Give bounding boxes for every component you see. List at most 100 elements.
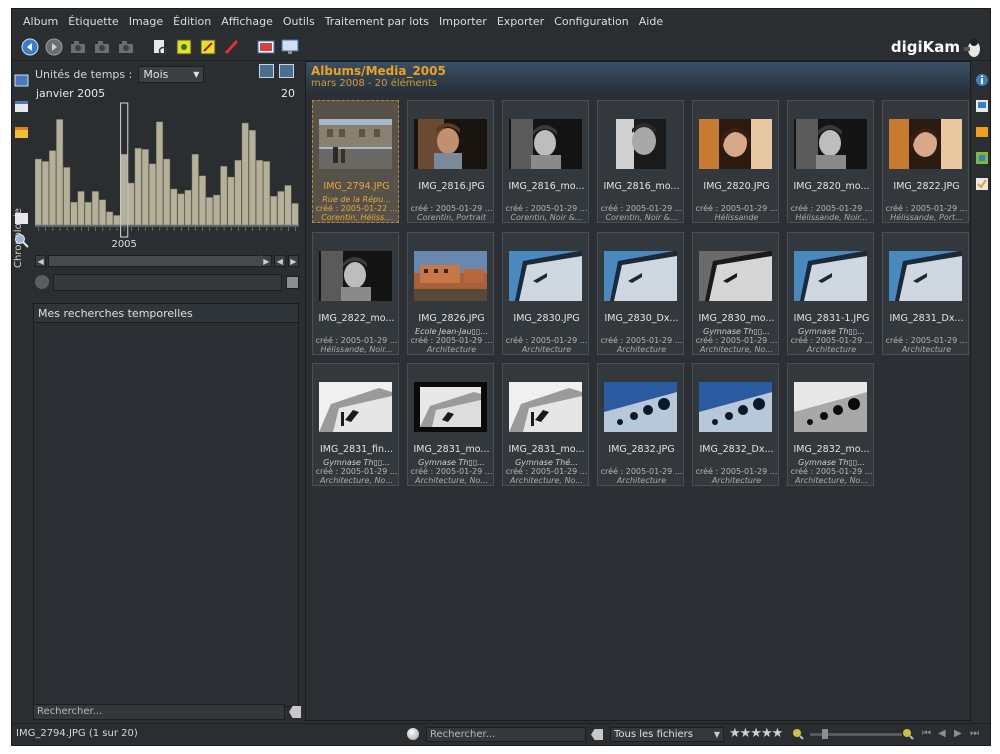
thumbnail-image[interactable] <box>604 119 677 169</box>
status-search-input[interactable]: Rechercher... <box>426 727 586 742</box>
saved-searches-list[interactable]: Mes recherches temporelles <box>33 303 299 707</box>
histogram-bar[interactable] <box>35 158 42 226</box>
thumbnail-item[interactable]: IMG_2816_mo... créé : 2005-01-29 ... Coren… <box>502 100 589 223</box>
paint-icon[interactable] <box>222 37 242 57</box>
menu-exporter[interactable]: Exporter <box>492 15 549 28</box>
date-search-name-input[interactable] <box>53 273 282 291</box>
histogram-bar[interactable] <box>91 191 99 226</box>
thumbnail-image[interactable] <box>889 119 962 169</box>
linear-scale-icon[interactable] <box>259 64 274 78</box>
histogram-bar[interactable] <box>84 201 92 226</box>
menu-image[interactable]: Image <box>124 15 168 28</box>
open-document-icon[interactable] <box>150 37 170 57</box>
timeline-histogram[interactable]: 2005 <box>35 101 299 251</box>
thumbnail-item[interactable]: IMG_2820_mo... créé : 2005-01-29 ... Hélis… <box>787 100 874 223</box>
zoom-out-icon[interactable] <box>792 728 804 740</box>
menu-affichage[interactable]: Affichage <box>216 15 278 28</box>
histogram-bar[interactable] <box>141 149 149 226</box>
histogram-bar[interactable] <box>63 167 71 226</box>
thumbnail-item[interactable]: IMG_2831_fin... Gymnase Th▯▯... créé : 200… <box>312 363 399 486</box>
camera-icon[interactable] <box>68 37 88 57</box>
histogram-bar[interactable] <box>263 161 271 226</box>
tags-tab-icon[interactable] <box>14 99 29 114</box>
first-item-icon[interactable]: ⏮ <box>922 728 931 739</box>
histogram-bar[interactable] <box>270 195 278 226</box>
menu-album[interactable]: Album <box>18 15 63 28</box>
histogram-bar[interactable] <box>284 185 292 226</box>
histogram-bar[interactable] <box>205 197 214 226</box>
histogram-bar[interactable] <box>49 150 57 226</box>
histogram-bar[interactable] <box>98 199 107 226</box>
thumbnail-item[interactable]: IMG_2820.JPG créé : 2005-01-29 ... Hélissa… <box>692 100 779 223</box>
histogram-bar[interactable] <box>241 122 249 226</box>
thumbnail-item[interactable]: IMG_2831-1.JPG Gymnase Th▯▯... créé : 2005… <box>787 232 874 355</box>
thumbnail-item[interactable]: IMG_2830_Dx... créé : 2005-01-29 ... Archi… <box>597 232 684 355</box>
fuzzy-search-tab-icon[interactable] <box>14 233 29 248</box>
scroll-left-2-icon[interactable]: ◀ <box>274 255 286 267</box>
clear-search-icon[interactable] <box>289 706 301 718</box>
thumbnail-image[interactable] <box>319 119 392 169</box>
thumbnail-image[interactable] <box>319 251 392 301</box>
last-item-icon[interactable]: ⏭ <box>970 728 979 739</box>
thumbnail-item[interactable]: IMG_2826.JPG Ecole Jean-Jau▯▯... créé : 20… <box>407 232 494 355</box>
thumbnail-image[interactable] <box>604 251 677 301</box>
histogram-bar[interactable] <box>113 215 121 226</box>
zoom-in-icon[interactable] <box>902 728 914 740</box>
thumbnail-image[interactable] <box>794 251 867 301</box>
reset-icon[interactable] <box>35 275 49 289</box>
scroll-thumb[interactable] <box>49 256 264 266</box>
menu-aide[interactable]: Aide <box>634 15 668 28</box>
search-tab-icon[interactable] <box>14 211 29 226</box>
histogram-bar[interactable] <box>170 188 178 226</box>
histogram-bar[interactable] <box>213 194 221 226</box>
thumbnail-image[interactable] <box>509 251 582 301</box>
thumbnail-item[interactable]: IMG_2830.JPG créé : 2005-01-29 ... Archite… <box>502 232 589 355</box>
menu-outils[interactable]: Outils <box>278 15 320 28</box>
log-scale-icon[interactable] <box>279 64 294 78</box>
back-icon[interactable] <box>20 37 40 57</box>
histogram-bar[interactable] <box>156 121 164 226</box>
time-unit-select[interactable]: Mois ▼ <box>138 65 205 83</box>
thumbnail-image[interactable] <box>319 382 392 432</box>
histogram-bar[interactable] <box>191 153 199 226</box>
slideshow-icon[interactable] <box>256 37 276 57</box>
histogram-bar[interactable] <box>248 129 256 226</box>
scroll-right-2-icon[interactable]: ▶ <box>287 255 300 267</box>
thumbnail-image[interactable] <box>699 119 772 169</box>
calendar-tab-icon[interactable] <box>14 125 29 140</box>
histogram-bar[interactable] <box>163 158 171 226</box>
thumbnail-item[interactable]: IMG_2794.JPG Rue de la Répu... créé : 2005… <box>312 100 399 223</box>
histogram-bar[interactable] <box>277 191 285 226</box>
histogram-bar[interactable] <box>234 159 242 226</box>
thumbnail-image[interactable] <box>889 251 962 301</box>
properties-tab-icon[interactable] <box>975 73 989 87</box>
histogram-bar[interactable] <box>227 176 235 226</box>
file-type-filter[interactable]: Tous les fichiers ▼ <box>610 727 724 742</box>
menu-edition[interactable]: Édition <box>168 15 216 28</box>
histogram-bar[interactable] <box>198 175 206 226</box>
thumbnail-item[interactable]: IMG_2831_mo... Gymnase Th▯▯... créé : 2005… <box>407 363 494 486</box>
histogram-bar[interactable] <box>56 119 64 226</box>
histogram-bar[interactable] <box>255 159 263 226</box>
thumbnail-item[interactable]: IMG_2832_mo... Gymnase Th▯▯... créé : 2005… <box>787 363 874 486</box>
thumbnail-image[interactable] <box>414 119 487 169</box>
rating-filter[interactable]: ★★★★★ <box>729 726 783 741</box>
thumbnail-image[interactable] <box>794 119 867 169</box>
thumbnail-item[interactable]: IMG_2816_mo... créé : 2005-01-29 ... Coren… <box>597 100 684 223</box>
timeline-scrollbar[interactable]: ◀ ▶ ◀ ▶ <box>35 255 300 267</box>
camera2-icon[interactable] <box>92 37 112 57</box>
menu-traitement[interactable]: Traitement par lots <box>320 15 434 28</box>
thumbnail-image[interactable] <box>509 119 582 169</box>
histogram-bar[interactable] <box>184 189 192 226</box>
thumbnail-item[interactable]: IMG_2832.JPG créé : 2005-01-29 ... Archite… <box>597 363 684 486</box>
histogram-bar[interactable] <box>220 165 228 226</box>
thumbnail-item[interactable]: IMG_2832_Dx... créé : 2005-01-29 ... Archi… <box>692 363 779 486</box>
comments-tags-tab-icon[interactable] <box>975 177 989 191</box>
colors-tab-icon[interactable] <box>975 125 989 139</box>
thumbnail-image[interactable] <box>699 251 772 301</box>
scroll-track[interactable] <box>48 255 264 267</box>
histogram-bar[interactable] <box>41 161 49 226</box>
histogram-bar[interactable] <box>177 193 185 226</box>
histogram-bar[interactable] <box>127 182 135 226</box>
edit-icon[interactable] <box>198 37 218 57</box>
